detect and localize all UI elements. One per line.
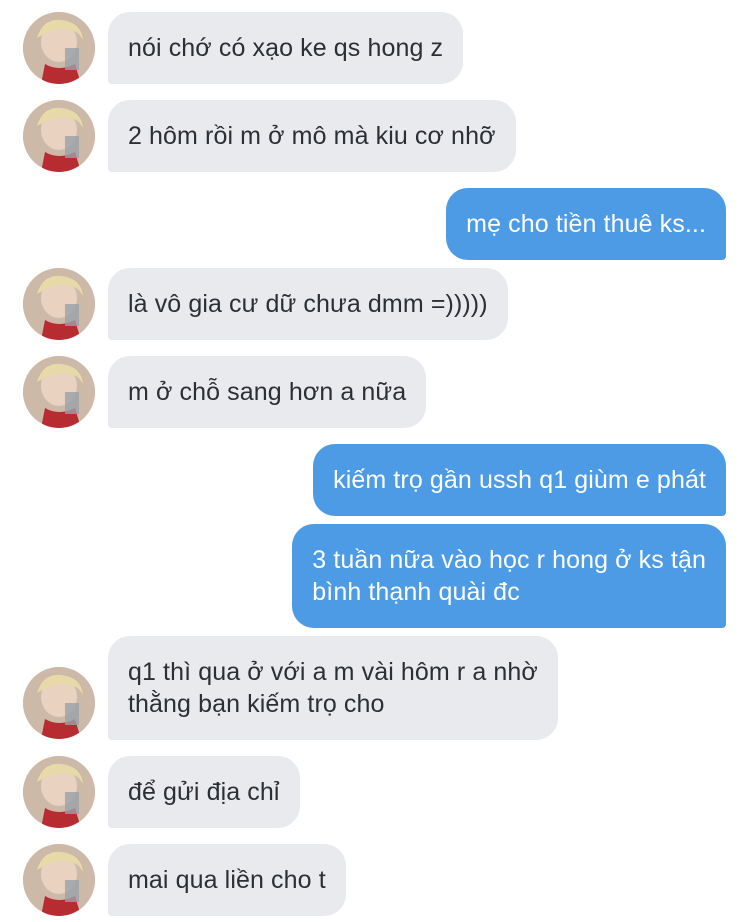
message-bubble[interactable]: nói chớ có xạo ke qs hong z — [108, 12, 464, 84]
contact-avatar[interactable] — [23, 667, 95, 739]
avatar-photo-icon — [23, 756, 95, 828]
avatar-photo-icon — [23, 356, 95, 428]
avatar-photo-icon — [23, 100, 95, 172]
contact-avatar[interactable] — [23, 844, 95, 916]
avatar-photo-icon — [23, 667, 95, 739]
message-bubble[interactable]: kiếm trọ gần ussh q1 giùm e phát — [313, 444, 726, 516]
message-bubble[interactable]: mẹ cho tiền thuê ks... — [446, 188, 726, 260]
message-bubble[interactable]: 3 tuần nữa vào học r hong ở ks tận bình … — [292, 524, 726, 628]
contact-avatar[interactable] — [23, 12, 95, 84]
contact-avatar[interactable] — [23, 756, 95, 828]
message-bubble[interactable]: q1 thì qua ở với a m vài hôm r a nhờ thằ… — [108, 636, 558, 740]
avatar-photo-icon — [23, 268, 95, 340]
avatar-photo-icon — [23, 12, 95, 84]
message-bubble[interactable]: là vô gia cư dữ chưa dmm =))))) — [108, 268, 508, 340]
contact-avatar[interactable] — [23, 268, 95, 340]
message-bubble[interactable]: để gửi địa chỉ — [108, 756, 300, 828]
message-bubble[interactable]: mai qua liền cho t — [108, 844, 346, 916]
contact-avatar[interactable] — [23, 100, 95, 172]
message-bubble[interactable]: m ở chỗ sang hơn a nữa — [108, 356, 427, 428]
message-bubble[interactable]: 2 hôm rồi m ở mô mà kiu cơ nhỡ — [108, 100, 516, 172]
contact-avatar[interactable] — [23, 356, 95, 428]
avatar-photo-icon — [23, 844, 95, 916]
